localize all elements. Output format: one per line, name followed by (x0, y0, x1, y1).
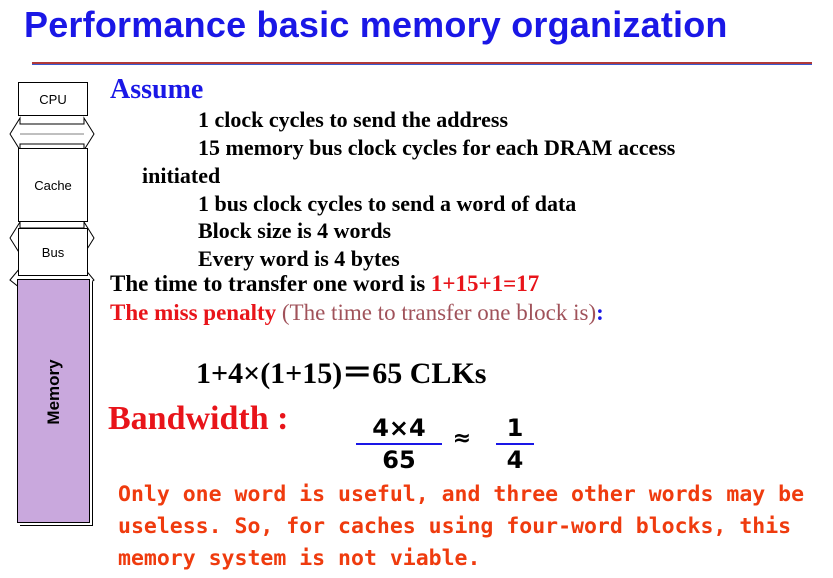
miss-penalty-paren: (The time to transfer one block is) (276, 300, 597, 325)
fraction-1-bar (356, 443, 442, 445)
fraction-1-numerator: 4×4 (372, 414, 426, 442)
miss-penalty-colon: : (596, 300, 604, 325)
cpu-box: CPU (18, 82, 88, 116)
fraction-2-bar (496, 443, 534, 445)
transfer-line: The time to transfer one word is 1+15+1=… (110, 271, 539, 297)
assume-line-bytes: Every word is 4 bytes (198, 246, 400, 271)
assume-heading: Assume (110, 74, 204, 105)
page-title: Performance basic memory organization (24, 4, 728, 45)
assume-line-word: 1 bus clock cycles to send a word of dat… (198, 191, 577, 216)
assume-line-address: 1 clock cycles to send the address (198, 107, 509, 132)
memory-box: Memory (17, 279, 90, 523)
miss-penalty-label: The miss penalty (110, 300, 277, 325)
fraction-1-denominator: 65 (382, 446, 416, 474)
fraction-2-denominator: 4 (506, 446, 524, 474)
approx-sign: ≈ (452, 426, 472, 451)
assume-line-block: Block size is 4 words (198, 218, 392, 243)
miss-penalty-line: The miss penalty (The time to transfer o… (110, 300, 604, 326)
bus-box: Bus (18, 228, 88, 276)
miss-penalty-formula: 1+4×(1+15)＝65 CLKs (196, 357, 487, 390)
title-rule-secondary (32, 64, 812, 65)
bandwidth-label: Bandwidth : (108, 400, 289, 437)
fraction-2-numerator: 1 (506, 414, 524, 442)
cache-box: Cache (18, 148, 88, 222)
transfer-value: 1+15+1=17 (430, 271, 540, 296)
memory-label: Memory (44, 359, 63, 425)
assume-line-dram-cont: initiated (142, 163, 221, 188)
conclusion-note: Only one word is useful, and three other… (118, 482, 805, 571)
transfer-text: The time to transfer one word is (110, 271, 431, 296)
assume-line-dram: 15 memory bus clock cycles for each DRAM… (198, 135, 676, 160)
